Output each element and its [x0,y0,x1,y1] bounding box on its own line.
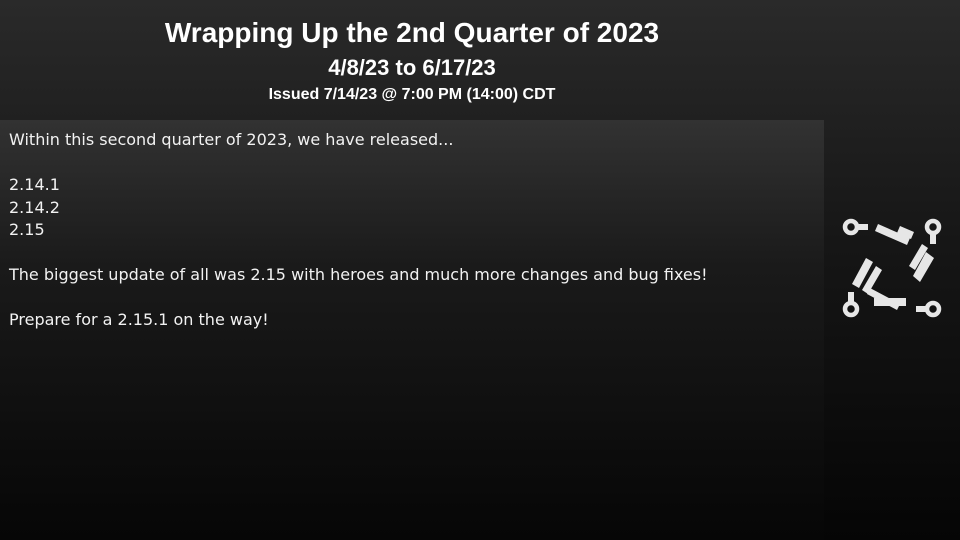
release-item: 2.14.2 [9,197,60,217]
content-text: Within this second quarter of 2023, we h… [9,129,809,332]
release-item: 2.15 [9,220,45,239]
issued-timestamp: Issued 7/14/23 @ 7:00 PM (14:00) CDT [268,86,556,103]
highlight-line: The biggest update of all was 2.15 with … [9,265,708,284]
slide-header: Wrapping Up the 2nd Quarter of 2023 4/8/… [0,0,824,120]
circuit-pinwheel-logo-icon [842,218,942,318]
slide: Wrapping Up the 2nd Quarter of 2023 4/8/… [0,0,960,540]
closing-line: Prepare for a 2.15.1 on the way! [9,310,269,329]
intro-line: Within this second quarter of 2023, we h… [9,130,454,149]
date-range: 4/8/23 to 6/17/23 [328,55,496,80]
release-item: 2.14.1 [9,175,60,194]
slide-title: Wrapping Up the 2nd Quarter of 2023 [164,17,660,48]
content-panel: Within this second quarter of 2023, we h… [0,120,824,540]
